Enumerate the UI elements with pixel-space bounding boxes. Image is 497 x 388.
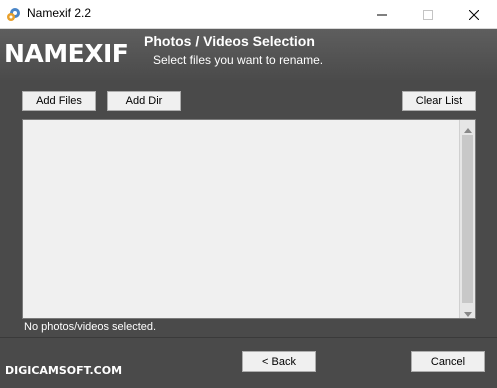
close-button[interactable]	[451, 0, 497, 28]
namexif-logo: NAMEXIF	[4, 39, 129, 68]
scroll-down-arrow-icon	[464, 302, 472, 321]
maximize-icon	[423, 5, 433, 24]
title-bar: Namexif 2.2	[0, 0, 497, 29]
namexif-window: Namexif 2.2 NAMEXIF Photos / Videos Sele…	[0, 0, 497, 388]
scroll-up-button[interactable]	[460, 120, 476, 134]
minimize-button[interactable]	[359, 0, 405, 28]
maximize-button[interactable]	[405, 0, 451, 28]
digicamsoft-brand: DIGICAMSOFT.COM	[5, 364, 123, 377]
scroll-up-arrow-icon	[464, 118, 472, 137]
list-scrollbar[interactable]	[459, 120, 475, 318]
scroll-down-button[interactable]	[460, 304, 476, 318]
header-banner: NAMEXIF Photos / Videos Selection Select…	[0, 29, 497, 82]
file-list[interactable]	[22, 119, 476, 319]
page-title: Photos / Videos Selection	[144, 33, 315, 49]
add-dir-button[interactable]: Add Dir	[107, 91, 181, 111]
add-files-button[interactable]: Add Files	[22, 91, 96, 111]
window-title: Namexif 2.2	[27, 6, 92, 20]
app-gear-icon	[6, 6, 22, 22]
page-subtitle: Select files you want to rename.	[153, 53, 324, 67]
minimize-icon	[377, 5, 387, 24]
scroll-thumb[interactable]	[462, 135, 473, 303]
back-button[interactable]: < Back	[242, 351, 316, 372]
clear-list-button[interactable]: Clear List	[402, 91, 476, 111]
selection-status: No photos/videos selected.	[24, 321, 157, 333]
close-icon	[468, 5, 480, 24]
cancel-button[interactable]: Cancel	[411, 351, 485, 372]
